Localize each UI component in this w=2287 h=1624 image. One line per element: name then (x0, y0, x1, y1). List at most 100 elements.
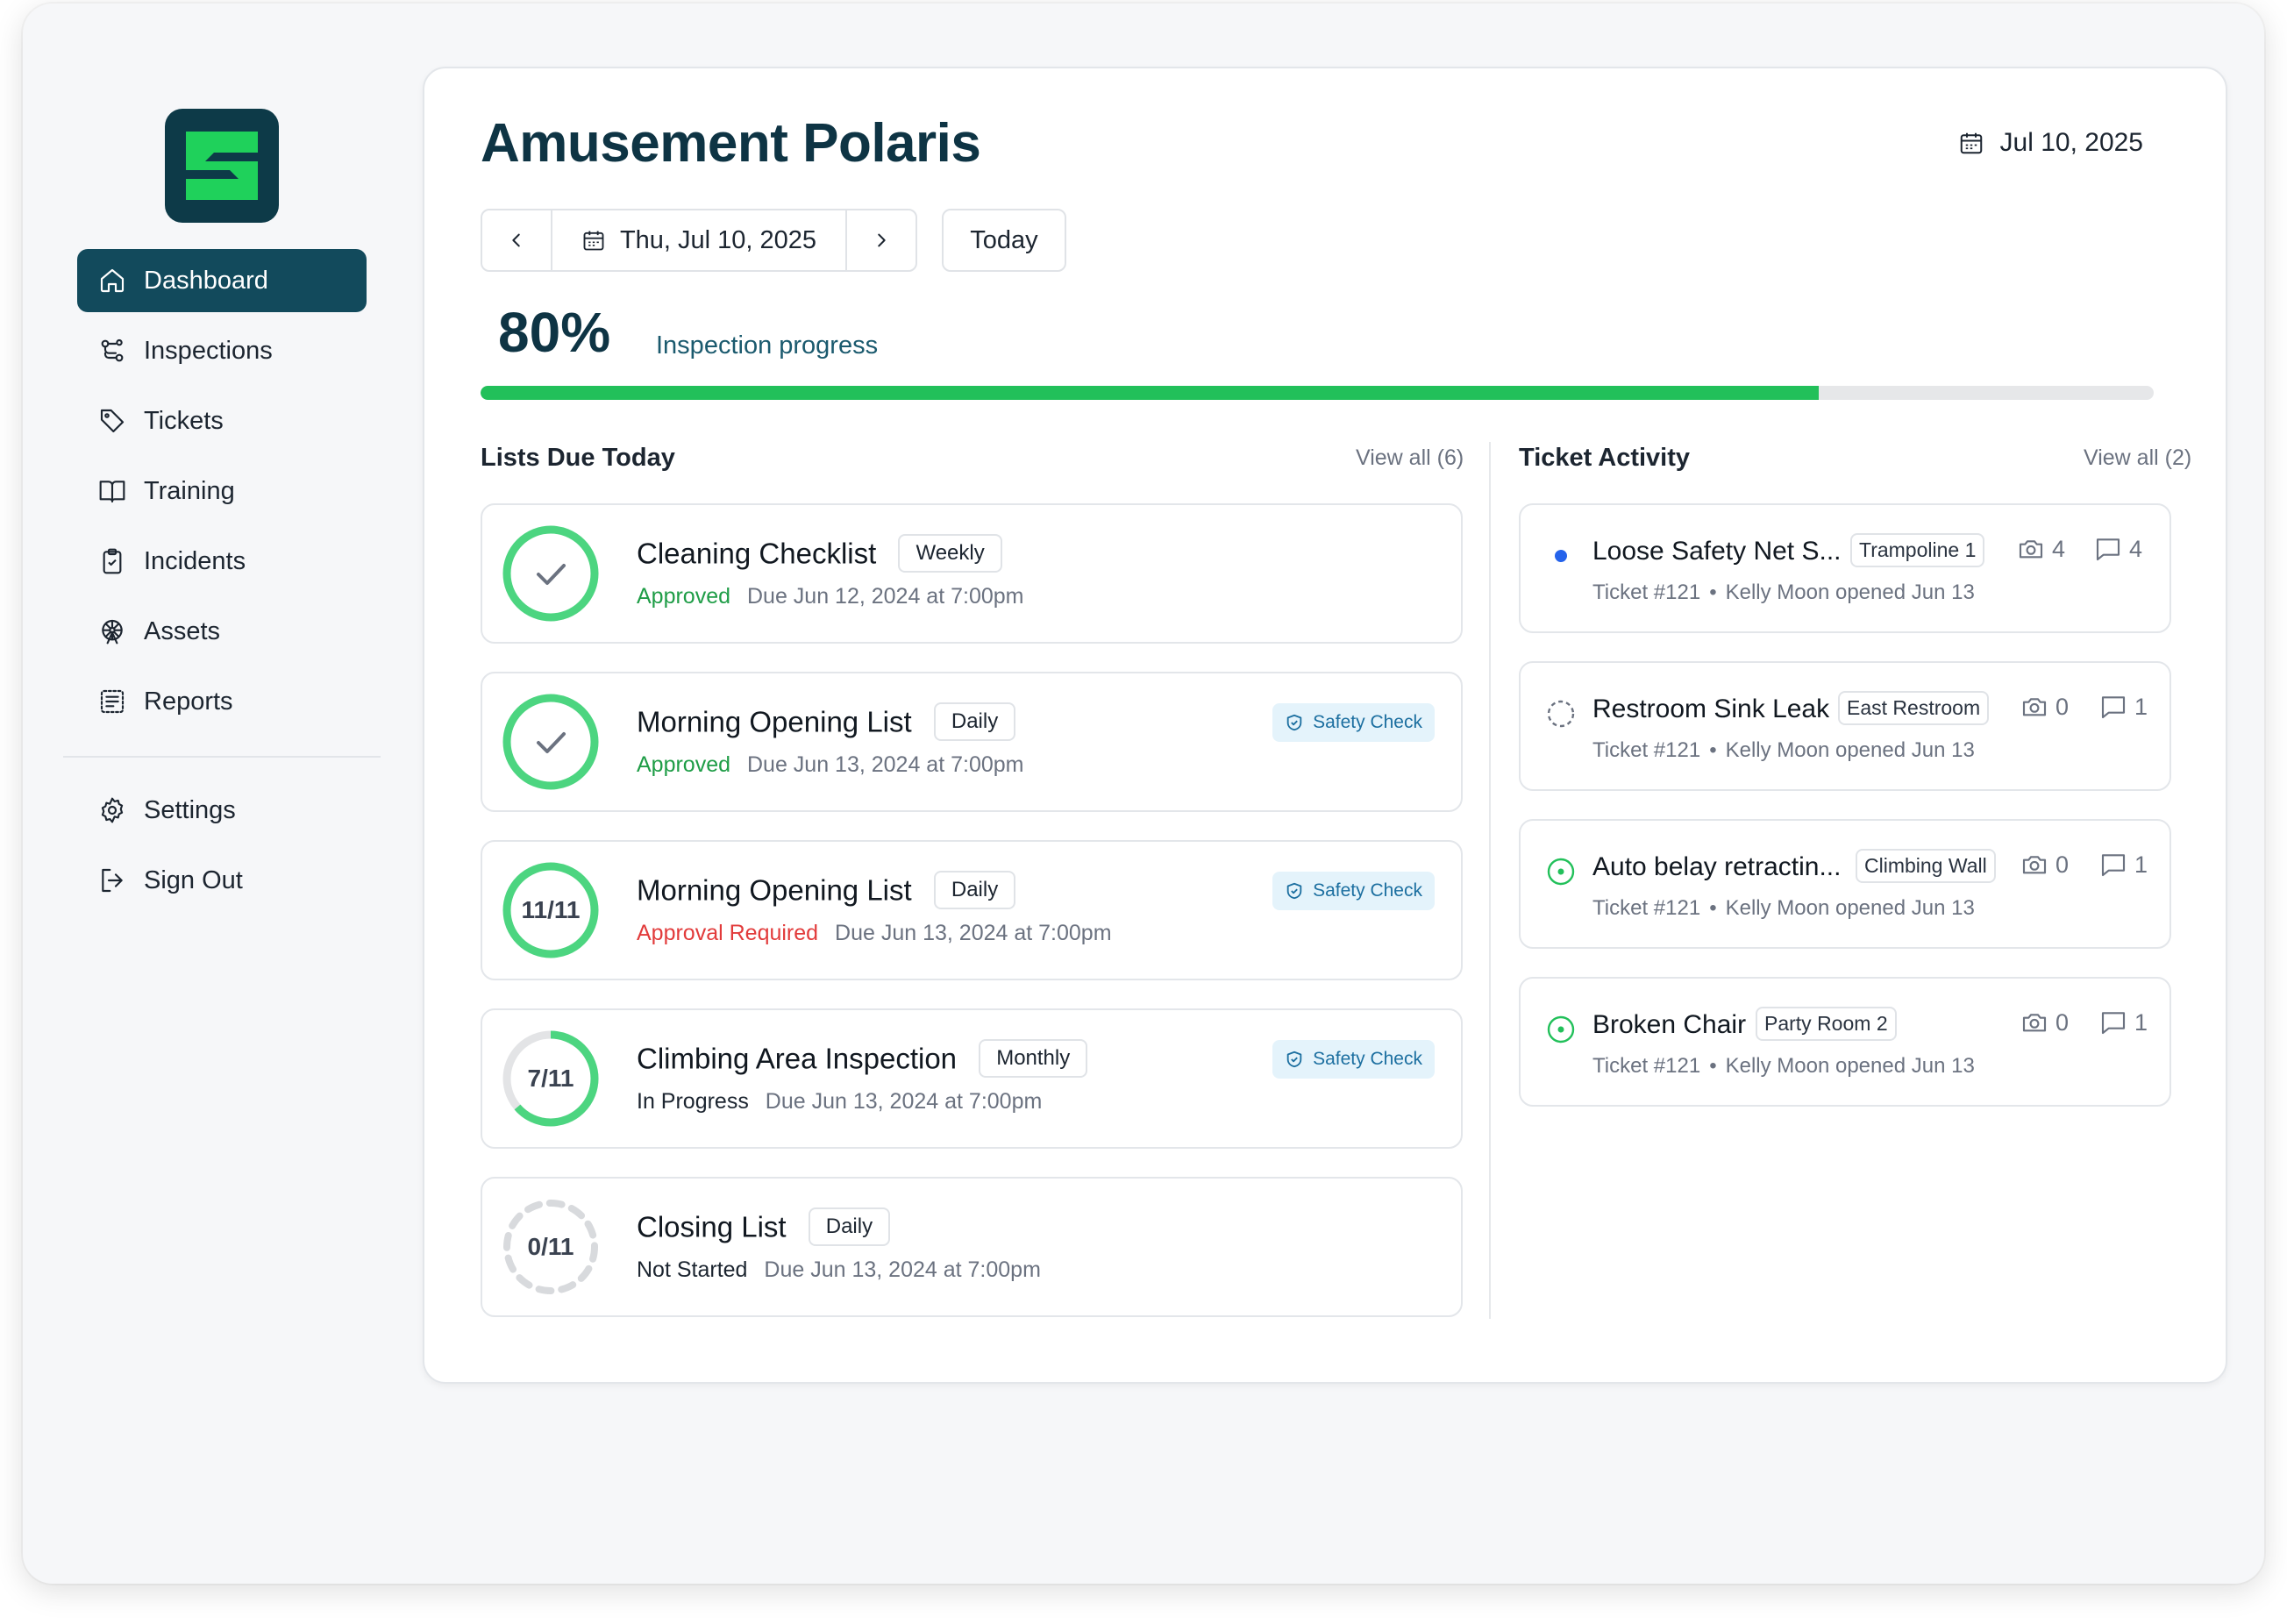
progress-label: Inspection progress (656, 331, 879, 360)
nav-item-settings[interactable]: Settings (77, 779, 367, 842)
date-picker-button[interactable]: Thu, Jul 10, 2025 (551, 210, 847, 270)
nav-label: Inspections (144, 336, 273, 365)
list-status: Approval Required (637, 921, 819, 945)
ticket-location-tag: Party Room 2 (1756, 1007, 1897, 1041)
ticket-subtitle: Ticket #121 • Kelly Moon opened Jun 13 (1592, 896, 1975, 921)
progress-bar (481, 386, 2154, 400)
shield-check-icon (1286, 714, 1302, 731)
ticket-location-tag: Climbing Wall (1856, 849, 1996, 883)
list-subtitle: In Progress Due Jun 13, 2024 at 7:00pm (637, 1089, 1042, 1115)
shield-check-icon (1286, 1051, 1302, 1068)
ticket-card[interactable]: Broken Chair Party Room 2 0 1 Ticket #12… (1519, 977, 2171, 1107)
camera-icon (2022, 1014, 2047, 1032)
nav-item-sign-out[interactable]: Sign Out (77, 849, 367, 912)
safety-check-badge: Safety Check (1272, 872, 1435, 910)
list-title-row: Climbing Area Inspection Monthly (637, 1039, 1088, 1080)
gear-icon (98, 796, 126, 824)
calendar-icon (583, 231, 604, 251)
comment-icon (2101, 696, 2126, 719)
today-button[interactable]: Today (942, 209, 1066, 272)
list-card[interactable]: 0/11 Closing List Daily Not Started Due … (481, 1177, 1463, 1317)
logo-s-icon (186, 132, 258, 200)
header-date: Jul 10, 2025 (1958, 128, 2143, 158)
list-card[interactable]: 11/11 Morning Opening List Daily Approva… (481, 840, 1463, 980)
separator-dot: • (1709, 738, 1717, 762)
camera-icon (2019, 540, 2043, 559)
status-new-dot-icon (1555, 550, 1567, 562)
date-navigator: Thu, Jul 10, 2025 (481, 209, 917, 272)
list-title: Morning Opening List (637, 873, 912, 907)
page-title: Amusement Polaris (481, 113, 981, 174)
ticket-number: Ticket #121 (1592, 896, 1701, 920)
nav-item-training[interactable]: Training (77, 459, 367, 523)
checkmark-icon (537, 564, 566, 585)
list-subtitle: Approval Required Due Jun 13, 2024 at 7:… (637, 921, 1112, 946)
status-open-icon (1547, 1015, 1575, 1043)
separator-dot: • (1709, 896, 1717, 920)
next-day-button[interactable] (847, 210, 916, 270)
ticket-card[interactable]: Auto belay retractin... Climbing Wall 0 … (1519, 819, 2171, 949)
comment-icon (2101, 854, 2126, 877)
clipboard-icon (98, 547, 126, 575)
status-pending-icon (1547, 700, 1575, 728)
nav-item-tickets[interactable]: Tickets (77, 389, 367, 452)
ticket-card[interactable]: Loose Safety Net S... Trampoline 1 4 4 T… (1519, 503, 2171, 633)
report-icon (98, 687, 126, 716)
sidebar: Dashboard Inspections Tickets Training I… (23, 4, 417, 1584)
list-card[interactable]: 7/11 Climbing Area Inspection Monthly In… (481, 1008, 1463, 1149)
safety-check-label: Safety Check (1313, 880, 1422, 901)
list-title: Climbing Area Inspection (637, 1042, 958, 1075)
ticket-comments: 1 (2099, 851, 2148, 879)
list-subtitle: Not Started Due Jun 13, 2024 at 7:00pm (637, 1257, 1041, 1283)
nav-label: Tickets (144, 406, 224, 435)
safety-check-badge: Safety Check (1272, 1040, 1435, 1079)
nav-item-incidents[interactable]: Incidents (77, 530, 367, 593)
ticket-comment-count: 4 (2129, 535, 2143, 562)
ticket-comments: 1 (2099, 693, 2148, 721)
nav-item-assets[interactable]: Assets (77, 600, 367, 663)
chevron-right-icon (878, 233, 886, 247)
list-status: Not Started (637, 1257, 748, 1282)
previous-day-button[interactable] (482, 210, 551, 270)
chevron-left-icon (512, 233, 520, 247)
list-subtitle: Approved Due Jun 12, 2024 at 7:00pm (637, 584, 1024, 609)
frequency-badge: Weekly (898, 534, 1002, 573)
safety-check-label: Safety Check (1313, 1049, 1422, 1069)
home-icon (98, 267, 126, 295)
selected-date: Thu, Jul 10, 2025 (619, 225, 817, 254)
progress-percent: 80% (498, 301, 611, 364)
ticket-card[interactable]: Restroom Sink Leak East Restroom 0 1 Tic… (1519, 661, 2171, 791)
list-due-date: Due Jun 13, 2024 at 7:00pm (765, 1089, 1043, 1114)
tickets-view-all-link[interactable]: View all (2) (2084, 445, 2191, 471)
nav-label: Reports (144, 687, 233, 716)
list-status: Approved (637, 752, 731, 777)
header-date-text: Jul 10, 2025 (1999, 128, 2143, 157)
nav-item-dashboard[interactable]: Dashboard (77, 249, 367, 312)
list-card[interactable]: Morning Opening List Daily Approved Due … (481, 672, 1463, 812)
frequency-badge: Daily (808, 1207, 891, 1246)
list-title-row: Closing List Daily (637, 1207, 891, 1249)
ticket-location-tag: Trampoline 1 (1850, 533, 1985, 567)
lists-view-all-link[interactable]: View all (6) (1356, 445, 1464, 471)
ticket-number: Ticket #121 (1592, 581, 1701, 604)
nav-item-inspections[interactable]: Inspections (77, 319, 367, 382)
list-title-row: Cleaning Checklist Weekly (637, 534, 1002, 575)
list-title: Closing List (637, 1210, 787, 1243)
comment-icon (2096, 538, 2120, 561)
frequency-badge: Daily (933, 702, 1016, 741)
ticket-opened-by: Kelly Moon opened Jun 13 (1725, 1054, 1975, 1078)
list-card[interactable]: Cleaning Checklist Weekly Approved Due J… (481, 503, 1463, 644)
ticket-subtitle: Ticket #121 • Kelly Moon opened Jun 13 (1592, 1054, 1975, 1079)
app-logo[interactable] (165, 109, 279, 223)
route-icon (98, 337, 126, 365)
nav-item-reports[interactable]: Reports (77, 670, 367, 733)
safety-check-badge: Safety Check (1272, 703, 1435, 742)
ferris-wheel-icon (98, 617, 126, 645)
camera-icon (2022, 856, 2047, 874)
ticket-comments: 1 (2099, 1008, 2148, 1036)
frequency-badge: Monthly (979, 1039, 1088, 1078)
list-subtitle: Approved Due Jun 13, 2024 at 7:00pm (637, 752, 1024, 778)
ticket-subtitle: Ticket #121 • Kelly Moon opened Jun 13 (1592, 738, 1975, 763)
separator-dot: • (1709, 581, 1717, 604)
progress-ring (502, 525, 599, 622)
